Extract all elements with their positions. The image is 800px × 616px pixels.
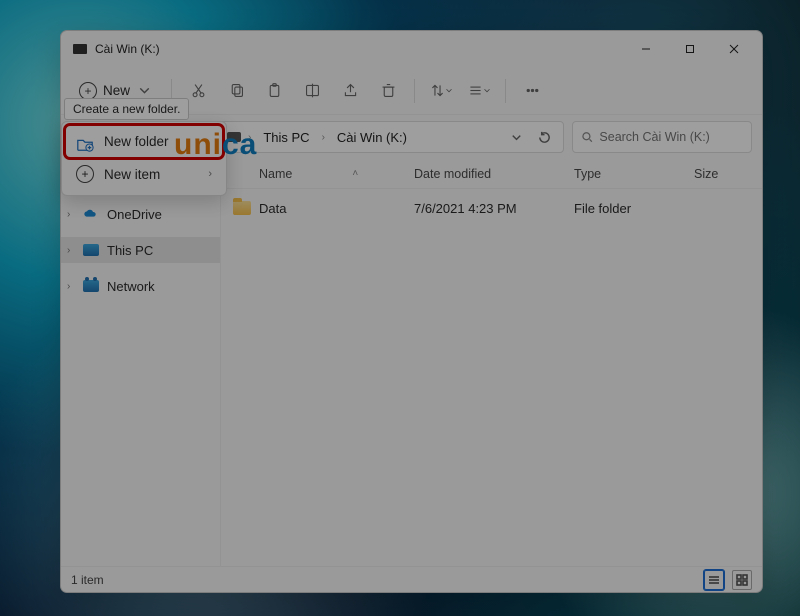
dim-overlay (0, 0, 800, 616)
